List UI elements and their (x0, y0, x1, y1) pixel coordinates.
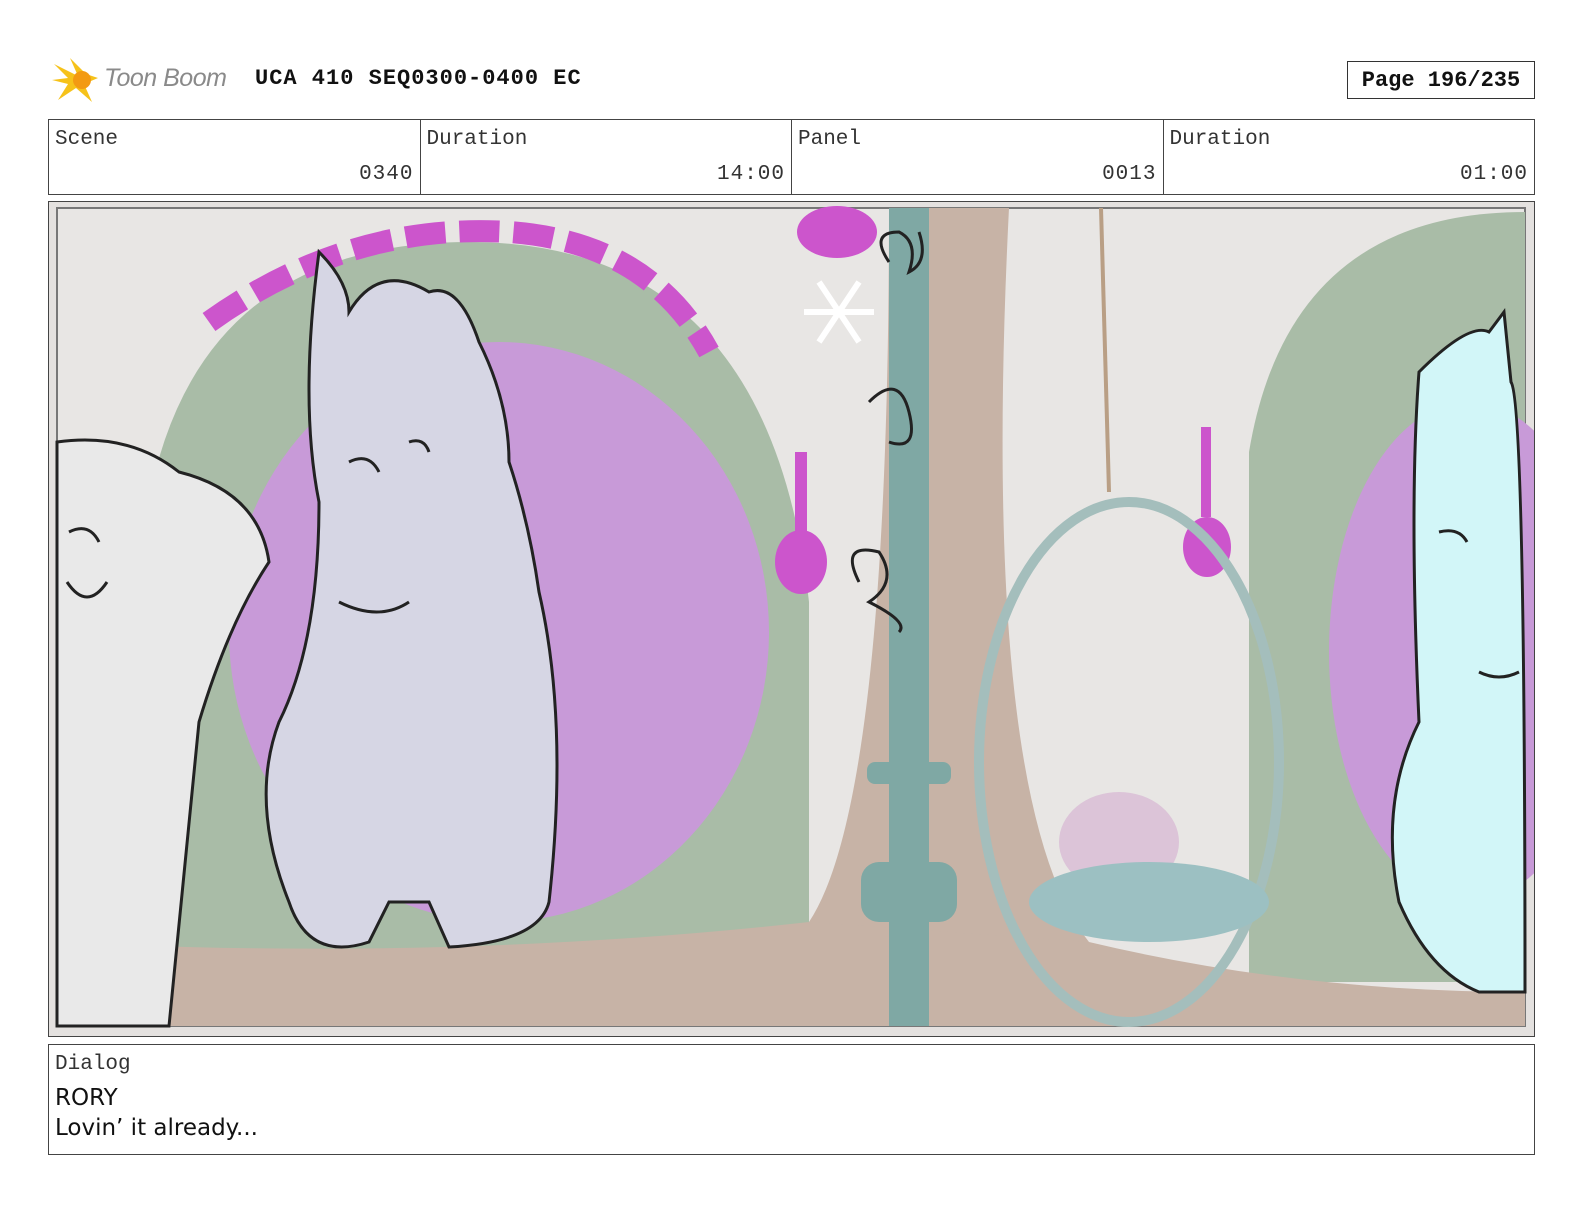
storyboard-sketch (49, 202, 1534, 1036)
panel-value: 0013 (1102, 163, 1157, 186)
scene-label: Scene (55, 128, 119, 151)
dialog-line: Lovin’ it already... (55, 1115, 258, 1141)
scene-duration-label: Duration (426, 128, 528, 151)
dialog-speaker: RORY (55, 1085, 118, 1111)
logo-text: Toon Boom (104, 64, 227, 92)
panel-duration-label: Duration (1169, 128, 1271, 151)
starburst-icon (52, 58, 98, 102)
document-title: UCA 410 SEQ0300-0400 EC (255, 66, 582, 91)
scene-duration-value: 14:00 (716, 163, 785, 186)
toon-boom-logo: Toon Boom (52, 56, 242, 106)
scene-value: 0340 (359, 163, 414, 186)
panel-info-row: Scene 0340 Duration 14:00 Panel 0013 Dur… (48, 119, 1535, 195)
page-number: Page 196/235 (1347, 61, 1535, 99)
dialog-box: Dialog RORY Lovin’ it already... (48, 1044, 1535, 1155)
scene-duration-cell: Duration 14:00 (421, 120, 792, 194)
panel-cell: Panel 0013 (792, 120, 1164, 194)
scene-cell: Scene 0340 (49, 120, 421, 194)
panel-duration-cell: Duration 01:00 (1164, 120, 1535, 194)
storyboard-panel (48, 201, 1535, 1037)
panel-label: Panel (798, 128, 862, 151)
dialog-label: Dialog (55, 1053, 131, 1076)
panel-duration-value: 01:00 (1459, 163, 1528, 186)
